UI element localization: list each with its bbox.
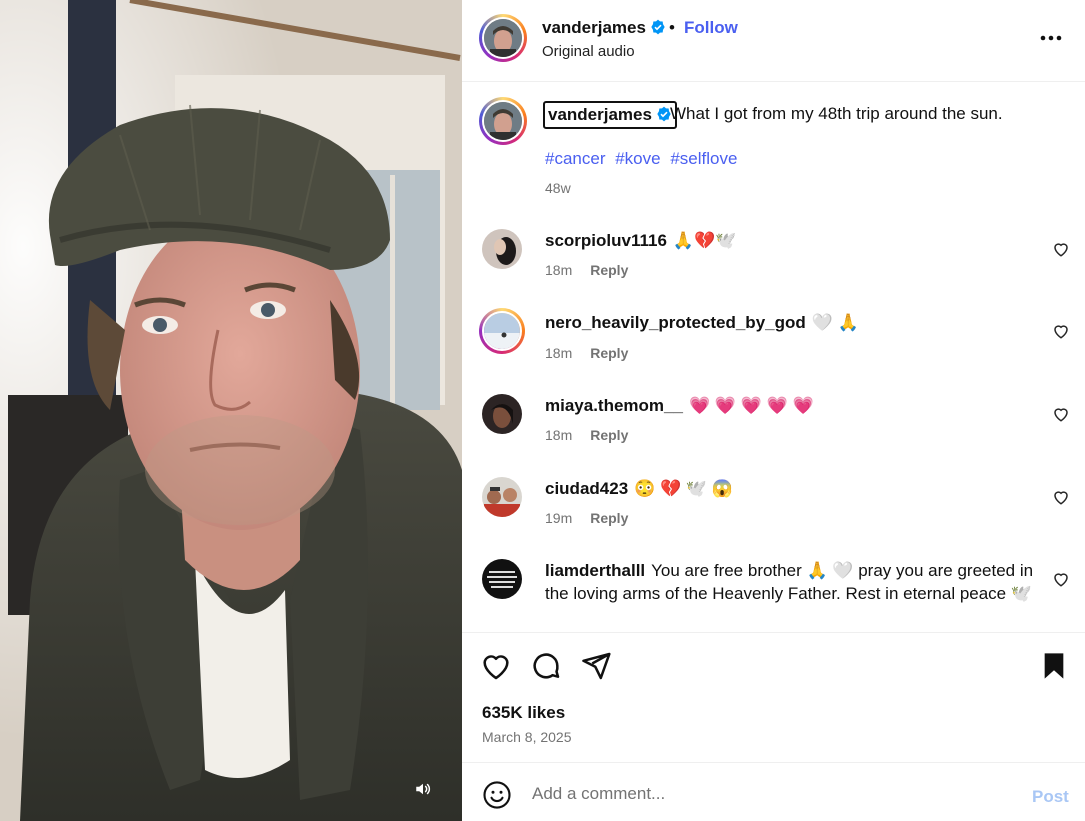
comment-like-button[interactable]: [1052, 488, 1070, 506]
comment-like-button[interactable]: [1052, 322, 1070, 340]
comment-body: miaya.themom__ 💗 💗 💗 💗 💗: [545, 394, 1035, 417]
commenter-username[interactable]: ciudad423: [545, 479, 628, 498]
commenter-avatar[interactable]: [479, 308, 525, 354]
comment-body: liamderthalll You are free brother 🙏 🤍 pr…: [545, 559, 1035, 605]
reply-button[interactable]: Reply: [590, 262, 628, 278]
hashtag-link[interactable]: #cancer: [545, 149, 605, 168]
commenter-username[interactable]: scorpioluv1116: [545, 231, 667, 250]
commenter-avatar[interactable]: [482, 477, 522, 517]
save-button[interactable]: [1038, 650, 1070, 682]
comment-timestamp[interactable]: 19m: [545, 510, 572, 526]
comment-timestamp[interactable]: 18m: [545, 262, 572, 278]
post-details-panel: vanderjames • Follow Original audio vand…: [462, 0, 1085, 821]
emoji-button[interactable]: [482, 780, 512, 810]
comment-like-button[interactable]: [1052, 405, 1070, 423]
heart-icon: [483, 655, 509, 680]
comment-meta: 18m Reply: [545, 345, 628, 361]
comment-body: nero_heavily_protected_by_god 🤍 🙏: [545, 311, 1035, 334]
more-options-icon: [1040, 35, 1062, 41]
audio-label[interactable]: Original audio: [542, 43, 635, 60]
like-button[interactable]: [480, 650, 512, 682]
commenter-username[interactable]: liamderthalll: [545, 561, 645, 580]
comments-list[interactable]: vanderjames What I got from my 48th trip…: [462, 83, 1085, 632]
more-options-button[interactable]: [1037, 26, 1065, 50]
reply-button[interactable]: Reply: [590, 345, 628, 361]
comment-text: 💗 💗 💗 💗 💗: [688, 396, 814, 415]
comment-timestamp[interactable]: 18m: [545, 345, 572, 361]
post-date[interactable]: March 8, 2025: [482, 729, 572, 745]
hashtag-link[interactable]: #kove: [615, 149, 660, 168]
commenter-avatar[interactable]: [482, 394, 522, 434]
comment-meta: 19m Reply: [545, 510, 628, 526]
caption-author-username[interactable]: vanderjames: [543, 101, 677, 129]
heart-icon: [1054, 573, 1068, 587]
caption-author-avatar[interactable]: [479, 97, 527, 145]
reply-button[interactable]: Reply: [590, 510, 628, 526]
heart-icon: [1054, 325, 1068, 339]
comment-body: scorpioluv1116 🙏💔🕊️: [545, 229, 1035, 252]
caption-text: What I got from my 48th trip around the …: [670, 104, 1003, 123]
author-avatar[interactable]: [479, 14, 527, 62]
comment-button[interactable]: [530, 650, 562, 682]
comment-meta: 18m Reply: [545, 262, 628, 278]
comment-text: 🤍 🙏: [811, 313, 859, 332]
comment-timestamp[interactable]: 18m: [545, 427, 572, 443]
comment-body: ciudad423 😳 💔 🕊️ 😱: [545, 477, 1035, 500]
separator-dot: •: [669, 18, 675, 37]
comment-text: 😳 💔 🕊️ 😱: [634, 479, 733, 498]
verified-badge-icon: [651, 19, 665, 35]
post-comment-button[interactable]: Post: [1032, 787, 1069, 807]
heart-icon: [1054, 408, 1068, 422]
caption-author-name-text[interactable]: vanderjames: [548, 105, 652, 124]
author-username[interactable]: vanderjames: [542, 18, 666, 38]
heart-icon: [1054, 491, 1068, 505]
post-actions: 635K likes March 8, 2025: [462, 632, 1085, 762]
heart-icon: [1054, 243, 1068, 257]
author-name-text[interactable]: vanderjames: [542, 18, 646, 37]
comment-like-button[interactable]: [1052, 570, 1070, 588]
post-media[interactable]: [0, 0, 462, 821]
comment-text: 🙏💔🕊️: [672, 231, 737, 250]
volume-button[interactable]: [414, 780, 442, 808]
comment-icon: [533, 653, 560, 679]
bookmark-icon: [1044, 653, 1064, 679]
share-button[interactable]: [580, 650, 612, 682]
comment-input[interactable]: [532, 777, 1012, 811]
commenter-avatar[interactable]: [482, 229, 522, 269]
selfie-photo: [0, 0, 462, 821]
like-count[interactable]: 635K likes: [482, 703, 565, 723]
hashtag-link[interactable]: #selflove: [670, 149, 737, 168]
follow-button[interactable]: Follow: [684, 18, 738, 38]
hashtag-list: #cancer #kove #selflove: [545, 149, 742, 169]
volume-icon: [416, 783, 431, 795]
emoji-icon: [483, 781, 511, 809]
share-icon: [582, 652, 611, 680]
comment-meta: 18m Reply: [545, 427, 628, 443]
comment-composer: Post: [462, 762, 1085, 821]
comment-like-button[interactable]: [1052, 240, 1070, 258]
commenter-avatar[interactable]: [482, 559, 522, 599]
post-header: vanderjames • Follow Original audio: [462, 0, 1085, 82]
caption-timestamp[interactable]: 48w: [545, 180, 571, 196]
commenter-username[interactable]: nero_heavily_protected_by_god: [545, 313, 806, 332]
reply-button[interactable]: Reply: [590, 427, 628, 443]
commenter-username[interactable]: miaya.themom__: [545, 396, 683, 415]
